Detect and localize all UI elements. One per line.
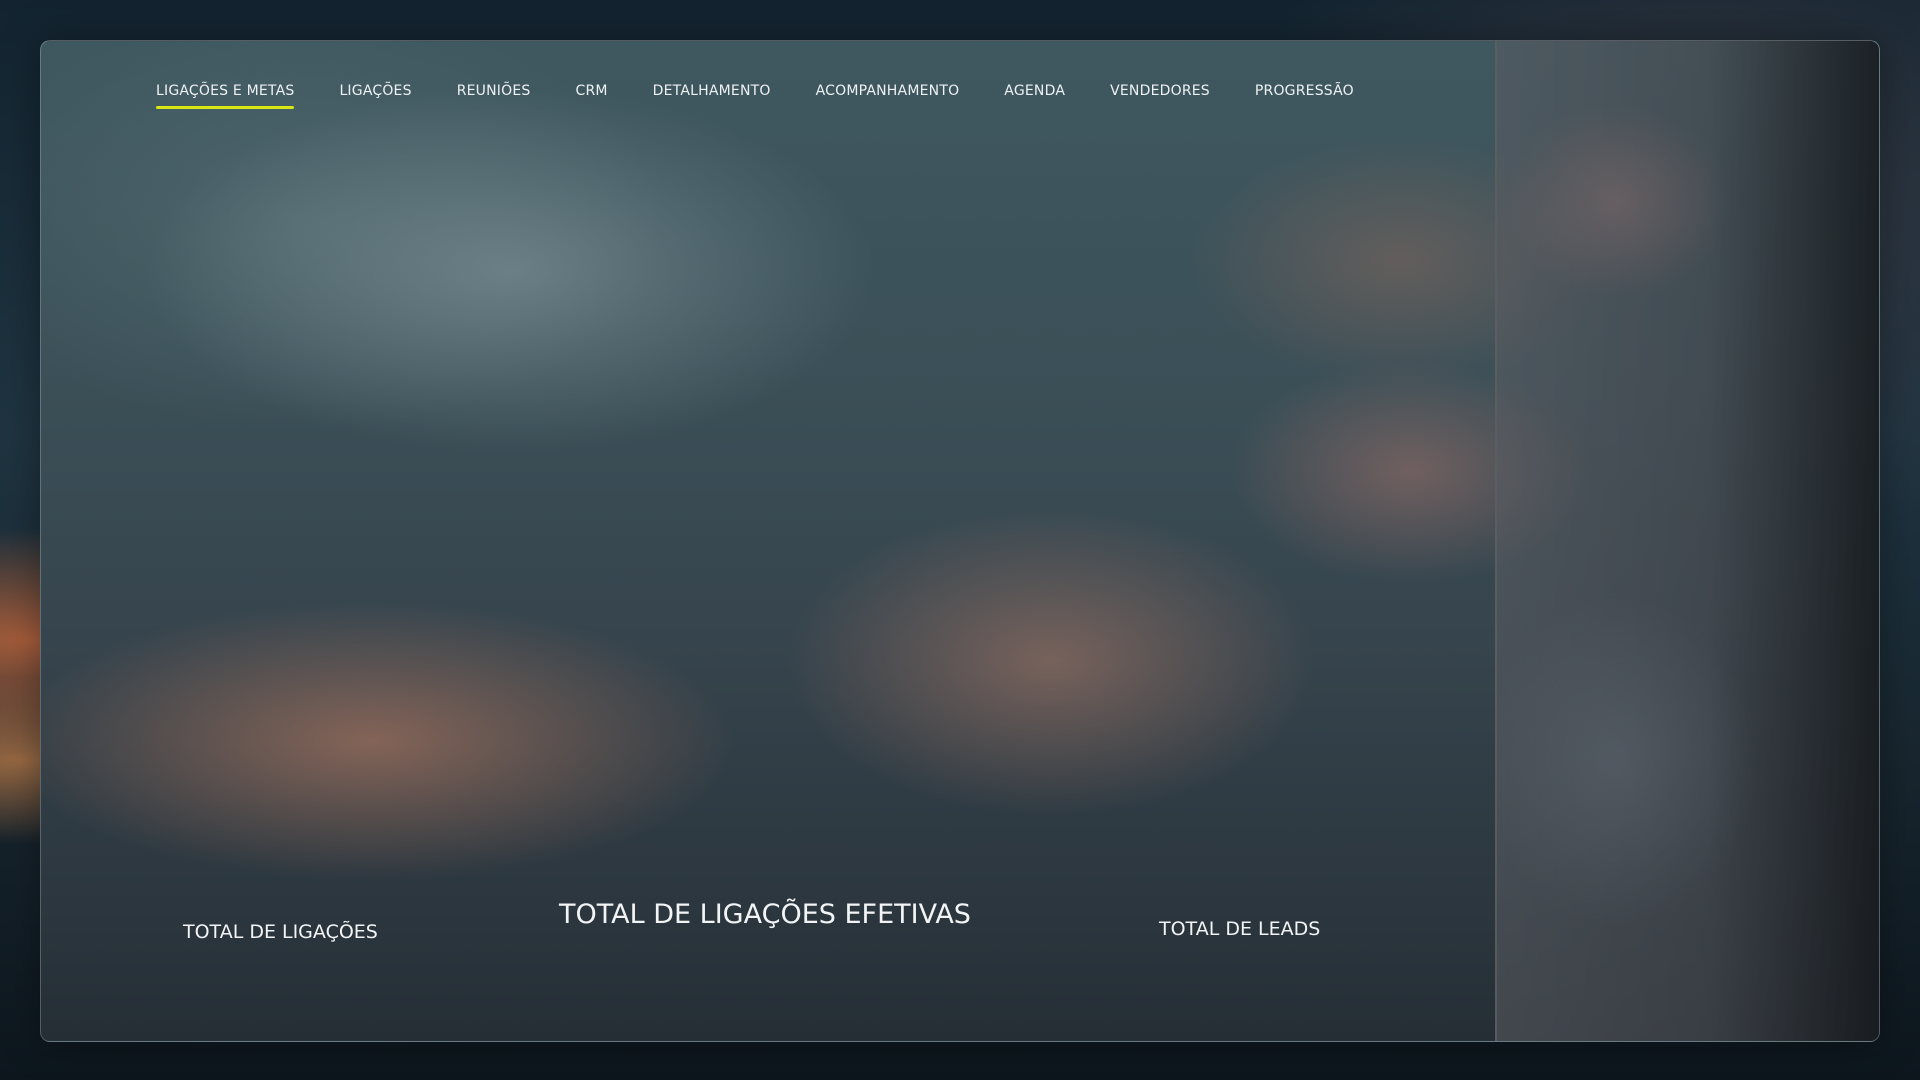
top-nav: LIGAÇÕES E METAS LIGAÇÕES REUNIÕES CRM D…: [156, 81, 1399, 121]
tab-ligacoes[interactable]: LIGAÇÕES: [339, 81, 411, 109]
dashboard-panel: LIGAÇÕES E METAS LIGAÇÕES REUNIÕES CRM D…: [40, 40, 1880, 1042]
total-ligacoes-label: TOTAL DE LIGAÇÕES: [183, 921, 378, 943]
main-area: LIGAÇÕES E METAS LIGAÇÕES REUNIÕES CRM D…: [41, 41, 1495, 1041]
tab-detalhamento[interactable]: DETALHAMENTO: [653, 81, 771, 109]
tab-vendedores[interactable]: VENDEDORES: [1110, 81, 1210, 109]
tab-progressao[interactable]: PROGRESSÃO: [1255, 81, 1354, 109]
side-panel: [1495, 41, 1879, 1041]
total-leads-label: TOTAL DE LEADS: [1159, 918, 1321, 940]
tab-agenda[interactable]: AGENDA: [1004, 81, 1065, 109]
total-ligacoes-efetivas-label: TOTAL DE LIGAÇÕES EFETIVAS: [559, 899, 971, 930]
tab-acompanhamento[interactable]: ACOMPANHAMENTO: [816, 81, 960, 109]
tab-reunioes[interactable]: REUNIÕES: [457, 81, 531, 109]
tab-ligacoes-e-metas[interactable]: LIGAÇÕES E METAS: [156, 81, 295, 109]
tab-crm[interactable]: CRM: [575, 81, 607, 109]
